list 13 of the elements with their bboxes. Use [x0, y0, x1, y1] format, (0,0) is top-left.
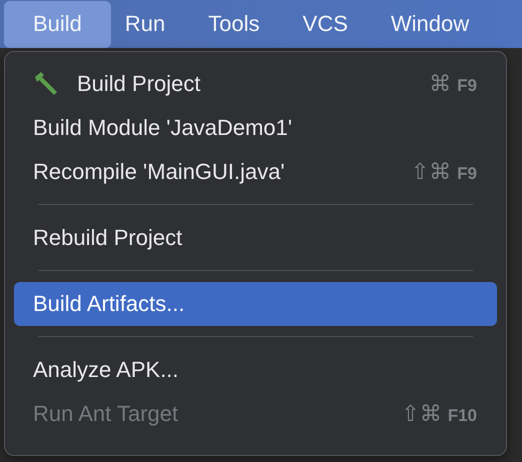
shortcut-modifiers: ⇧⌘ [401, 402, 442, 426]
menu-item[interactable]: Recompile 'MainGUI.java' ⇧⌘ F9 [14, 150, 497, 194]
shortcut-key: F9 [457, 164, 477, 184]
menu-item[interactable]: Build Project ⌘ F9 [14, 62, 497, 106]
menu-bar-item[interactable]: Build [4, 0, 111, 48]
shortcut-modifiers: ⇧⌘ [410, 160, 452, 184]
menu-item[interactable]: Analyze APK... [14, 348, 497, 392]
shortcut-key: F9 [457, 76, 477, 96]
shortcut-key: F10 [448, 406, 477, 426]
menu-item[interactable]: Build Module 'JavaDemo1' [14, 106, 497, 150]
menu-item[interactable]: Build Artifacts... [14, 282, 497, 326]
menu-item[interactable]: Rebuild Project [14, 216, 497, 260]
shortcut-modifiers: ⌘ [429, 72, 452, 96]
